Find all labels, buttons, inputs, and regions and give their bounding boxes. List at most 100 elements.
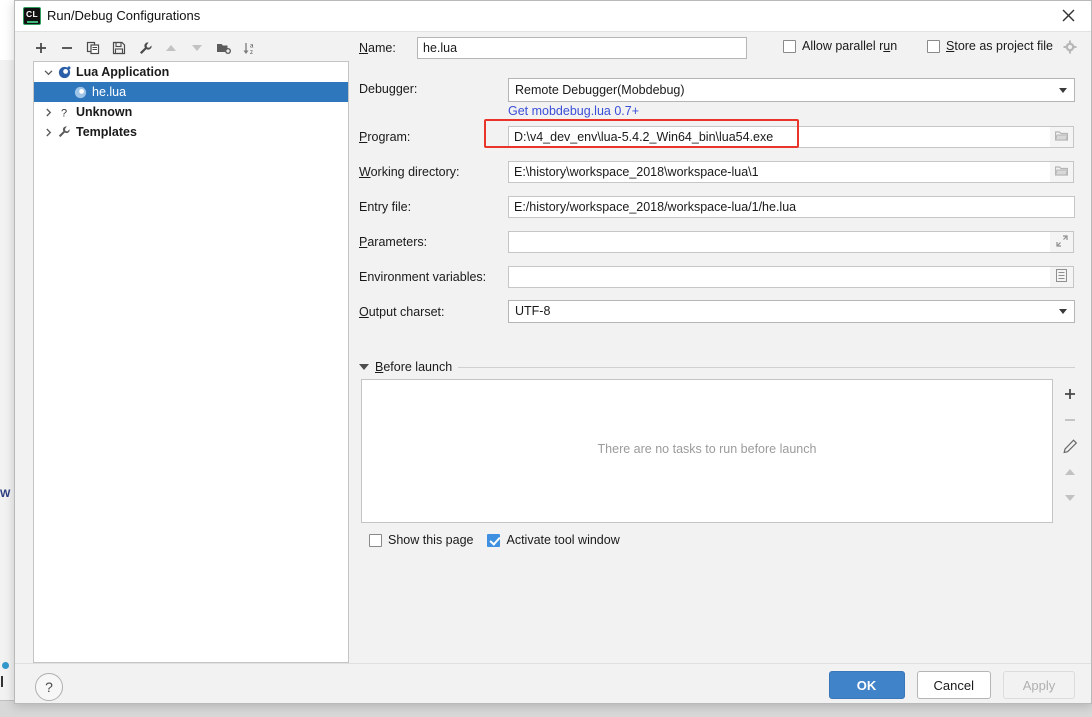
before-launch-title: Before launch xyxy=(375,360,453,374)
name-input[interactable] xyxy=(417,37,747,59)
remove-task-button[interactable] xyxy=(1058,407,1082,433)
background-window-dot-icon xyxy=(2,662,9,669)
debugger-row: Debugger: Remote Debugger(Mobdebug) xyxy=(359,78,1075,104)
gear-icon[interactable] xyxy=(1063,40,1077,57)
debugger-label: Debugger: xyxy=(359,82,418,96)
environment-variables-label: Environment variables: xyxy=(359,270,487,284)
entry-file-label: Entry file: xyxy=(359,200,412,214)
output-charset-row: Output charset: UTF-8 xyxy=(359,300,1075,331)
svg-text:z: z xyxy=(250,50,253,56)
entry-file-input[interactable] xyxy=(508,196,1075,218)
save-configuration-button[interactable] xyxy=(107,37,131,59)
working-directory-label: Working directory: xyxy=(359,165,460,179)
before-launch-header[interactable]: Before launch xyxy=(359,359,1075,375)
move-task-down-button[interactable] xyxy=(1058,485,1082,511)
allow-parallel-run-checkbox[interactable]: Allow parallel run xyxy=(783,39,897,53)
add-configuration-button[interactable] xyxy=(29,37,53,59)
mobdebug-link-row: Get mobdebug.lua 0.7+ xyxy=(359,104,1075,126)
tree-node-label: Templates xyxy=(76,125,137,139)
before-launch-task-list[interactable]: There are no tasks to run before launch xyxy=(361,379,1053,523)
configurations-toolbar: a z xyxy=(29,35,345,61)
checkbox-box-checked xyxy=(487,533,501,547)
lua-icon xyxy=(56,64,72,80)
footer-divider xyxy=(15,663,1091,664)
checkbox-box xyxy=(369,533,382,547)
copy-configuration-button[interactable] xyxy=(81,37,105,59)
svg-text:?: ? xyxy=(61,107,67,119)
bottom-options: Show this page Activate tool window xyxy=(369,533,620,547)
wrench-icon xyxy=(56,124,72,140)
chevron-right-icon[interactable] xyxy=(40,104,56,120)
debugger-select[interactable]: Remote Debugger(Mobdebug) xyxy=(508,78,1075,102)
configurations-tree[interactable]: Lua Application he.lua ? Unknown Templat… xyxy=(33,61,349,663)
chevron-down-icon[interactable] xyxy=(40,64,56,80)
parameters-expand-button[interactable] xyxy=(1050,231,1074,253)
tree-node-label: Unknown xyxy=(76,105,133,119)
chevron-down-icon xyxy=(1059,88,1067,93)
wrench-icon[interactable] xyxy=(133,37,157,59)
show-this-page-checkbox[interactable]: Show this page xyxy=(369,533,473,547)
background-window-fragment-top xyxy=(0,0,14,60)
remove-configuration-button[interactable] xyxy=(55,37,79,59)
add-task-button[interactable] xyxy=(1058,381,1082,407)
store-as-project-file-label: Store as project file xyxy=(946,39,1054,53)
move-up-button[interactable] xyxy=(159,37,183,59)
ok-button[interactable]: OK xyxy=(828,671,905,699)
parameters-input[interactable] xyxy=(508,231,1051,253)
list-icon xyxy=(1056,269,1067,285)
background-window-bar-fragment xyxy=(1,676,12,687)
name-row: Name: Allow parallel run Store as projec… xyxy=(359,37,1077,67)
tree-node-he-lua[interactable]: he.lua xyxy=(34,82,348,102)
footer-buttons: OK Cancel Apply xyxy=(828,671,1075,699)
environment-variables-row: Environment variables: xyxy=(359,266,1075,301)
allow-parallel-run-label: Allow parallel run xyxy=(802,39,898,53)
lua-icon xyxy=(72,84,88,100)
background-window-text-fragment: W xyxy=(0,488,11,500)
checkbox-box xyxy=(927,39,940,53)
question-icon: ? xyxy=(56,104,72,120)
close-icon[interactable] xyxy=(1045,1,1091,30)
configuration-form: Name: Allow parallel run Store as projec… xyxy=(359,37,1077,331)
before-launch-toolbar xyxy=(1057,381,1083,511)
chevron-down-icon[interactable] xyxy=(359,364,369,370)
program-row: Program: xyxy=(359,119,1075,161)
parameters-row: Parameters: xyxy=(359,231,1075,266)
section-divider xyxy=(458,366,1075,368)
working-directory-input[interactable] xyxy=(508,161,1051,183)
show-this-page-label: Show this page xyxy=(388,533,474,547)
output-charset-select[interactable]: UTF-8 xyxy=(508,300,1075,323)
svg-text:a: a xyxy=(250,43,254,49)
working-directory-browse-button[interactable] xyxy=(1050,161,1074,183)
program-browse-button[interactable] xyxy=(1050,126,1074,148)
program-input[interactable] xyxy=(508,126,1051,148)
name-label: Name: xyxy=(359,41,396,55)
tree-node-unknown[interactable]: ? Unknown xyxy=(34,102,348,122)
move-task-up-button[interactable] xyxy=(1058,459,1082,485)
background-window-strip xyxy=(0,0,15,716)
dialog-title: Run/Debug Configurations xyxy=(47,8,201,23)
chevron-down-icon xyxy=(1059,309,1067,314)
activate-tool-window-checkbox[interactable]: Activate tool window xyxy=(487,533,620,547)
tree-node-lua-application[interactable]: Lua Application xyxy=(34,62,348,82)
environment-variables-edit-button[interactable] xyxy=(1050,266,1074,288)
help-button[interactable]: ? xyxy=(35,673,63,701)
get-mobdebug-link[interactable]: Get mobdebug.lua 0.7+ xyxy=(508,104,639,118)
cancel-button[interactable]: Cancel xyxy=(916,671,991,699)
tree-node-templates[interactable]: Templates xyxy=(34,122,348,142)
activate-tool-window-label: Activate tool window xyxy=(506,533,620,547)
folder-icon xyxy=(1054,165,1069,180)
working-directory-row: Working directory: xyxy=(359,161,1075,196)
new-folder-button[interactable] xyxy=(211,37,235,59)
chevron-right-icon[interactable] xyxy=(40,124,56,140)
expand-icon xyxy=(1055,234,1068,250)
apply-button[interactable]: Apply xyxy=(1003,671,1075,699)
edit-task-button[interactable] xyxy=(1058,433,1082,459)
tree-node-label: Lua Application xyxy=(76,65,170,79)
debugger-value: Remote Debugger(Mobdebug) xyxy=(515,83,685,97)
before-launch-empty-message: There are no tasks to run before launch xyxy=(597,442,817,456)
move-down-button[interactable] xyxy=(185,37,209,59)
environment-variables-input[interactable] xyxy=(508,266,1051,288)
store-as-project-file-checkbox[interactable]: Store as project file xyxy=(927,39,1053,53)
folder-icon xyxy=(1054,130,1069,145)
sort-az-icon[interactable]: a z xyxy=(237,37,261,59)
